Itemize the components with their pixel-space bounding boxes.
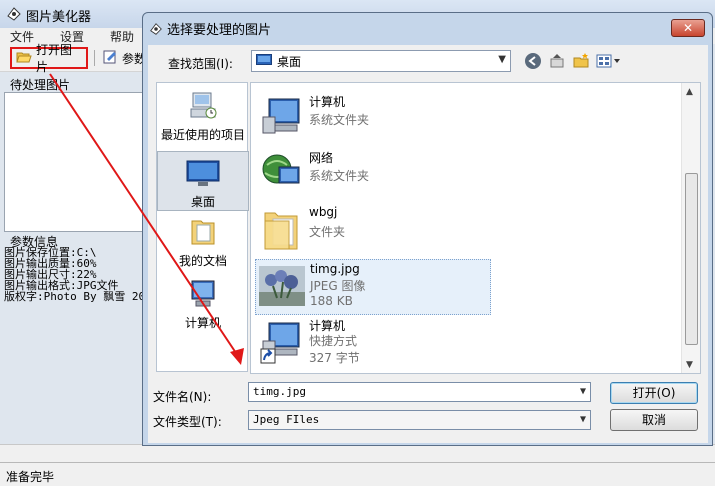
annotation-arrow [49, 73, 244, 365]
